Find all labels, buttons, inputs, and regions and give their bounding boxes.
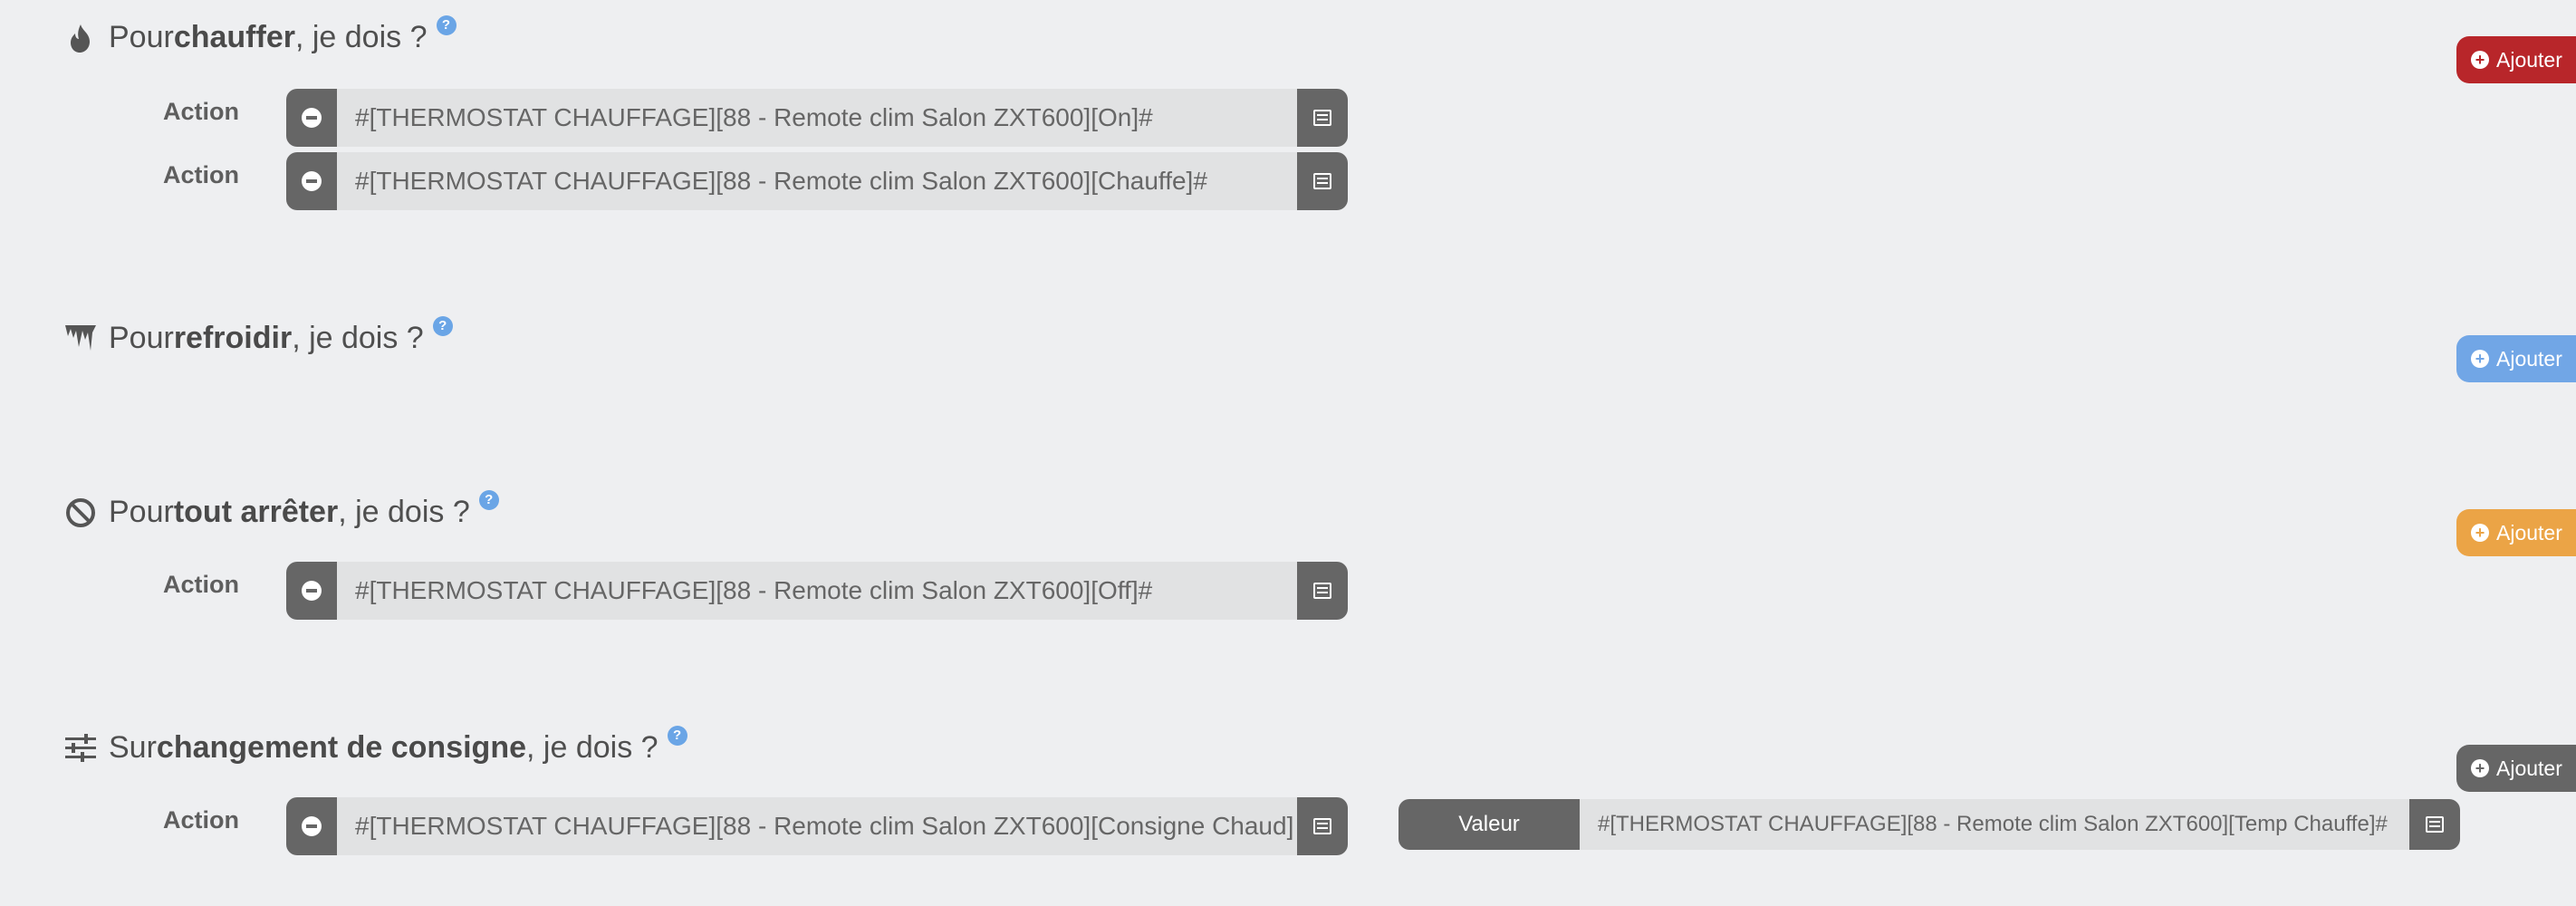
value-command-input[interactable]: #[THERMOSTAT CHAUFFAGE][88 - Remote clim… [1580, 799, 2409, 850]
action-input-group: #[THERMOSTAT CHAUFFAGE][88 - Remote clim… [286, 562, 1348, 620]
minus-circle-icon [302, 816, 322, 836]
section-heat-prefix: Pour [109, 20, 174, 54]
minus-circle-icon [302, 171, 322, 191]
remove-action-button[interactable] [286, 89, 337, 147]
select-command-button[interactable] [1297, 562, 1348, 620]
add-heat-button[interactable]: + Ajouter [2456, 36, 2576, 83]
section-cool-title: Pour refroidir , je dois ? ? [63, 315, 453, 356]
section-setpoint-title: Sur changement de consigne , je dois ? ? [63, 725, 687, 766]
help-icon[interactable]: ? [667, 725, 687, 746]
fire-icon [63, 21, 98, 55]
minus-circle-icon [302, 581, 322, 601]
action-command-input[interactable]: #[THERMOSTAT CHAUFFAGE][88 - Remote clim… [337, 89, 1297, 147]
action-label: Action [163, 806, 239, 834]
add-cool-label: Ajouter [2496, 346, 2562, 371]
action-command-input[interactable]: #[THERMOSTAT CHAUFFAGE][88 - Remote clim… [337, 797, 1297, 855]
list-alt-icon [1313, 583, 1331, 599]
section-setpoint-suffix: , je dois ? [526, 730, 658, 765]
add-stop-label: Ajouter [2496, 520, 2562, 545]
select-value-button[interactable] [2409, 799, 2460, 850]
list-alt-icon [1313, 173, 1331, 189]
add-heat-label: Ajouter [2496, 47, 2562, 72]
section-heat-bold: chauffer [173, 20, 295, 54]
section-stop-title: Pour tout arrêter , je dois ? ? [63, 489, 499, 530]
add-setpoint-label: Ajouter [2496, 756, 2562, 780]
section-setpoint-prefix: Sur [109, 730, 157, 765]
section-cool-suffix: , je dois ? [292, 321, 424, 355]
section-heat-title: Pour chauffer , je dois ? ? [63, 14, 457, 55]
section-setpoint-bold: changement de consigne [156, 730, 527, 765]
action-command-input[interactable]: #[THERMOSTAT CHAUFFAGE][88 - Remote clim… [337, 152, 1297, 210]
action-label: Action [163, 98, 239, 125]
action-input-group: #[THERMOSTAT CHAUFFAGE][88 - Remote clim… [286, 89, 1348, 147]
list-alt-icon [1313, 110, 1331, 126]
select-command-button[interactable] [1297, 797, 1348, 855]
section-cool-prefix: Pour [109, 321, 174, 355]
select-command-button[interactable] [1297, 89, 1348, 147]
icicles-icon [63, 322, 98, 356]
section-stop-bold: tout arrêter [173, 495, 339, 529]
remove-action-button[interactable] [286, 562, 337, 620]
help-icon[interactable]: ? [432, 315, 453, 336]
section-stop-prefix: Pour [109, 495, 174, 529]
help-icon[interactable]: ? [436, 14, 457, 35]
select-command-button[interactable] [1297, 152, 1348, 210]
remove-action-button[interactable] [286, 797, 337, 855]
add-cool-button[interactable]: + Ajouter [2456, 335, 2576, 382]
add-setpoint-button[interactable]: + Ajouter [2456, 745, 2576, 792]
ban-icon [63, 496, 98, 530]
section-heat-suffix: , je dois ? [294, 20, 428, 54]
list-alt-icon [2426, 816, 2444, 833]
action-label: Action [163, 161, 239, 188]
action-command-input[interactable]: #[THERMOSTAT CHAUFFAGE][88 - Remote clim… [337, 562, 1297, 620]
action-input-group: #[THERMOSTAT CHAUFFAGE][88 - Remote clim… [286, 797, 1348, 855]
action-label: Action [163, 571, 239, 598]
plus-circle-icon: + [2471, 524, 2489, 542]
plus-circle-icon: + [2471, 51, 2489, 69]
action-input-group: #[THERMOSTAT CHAUFFAGE][88 - Remote clim… [286, 152, 1348, 210]
help-icon[interactable]: ? [478, 489, 499, 510]
section-cool-bold: refroidir [173, 321, 293, 355]
remove-action-button[interactable] [286, 152, 337, 210]
list-alt-icon [1313, 818, 1331, 834]
plus-circle-icon: + [2471, 350, 2489, 368]
value-input-group: Valeur #[THERMOSTAT CHAUFFAGE][88 - Remo… [1399, 799, 2460, 850]
section-stop-suffix: , je dois ? [338, 495, 470, 529]
plus-circle-icon: + [2471, 759, 2489, 777]
minus-circle-icon [302, 108, 322, 128]
sliders-icon [63, 731, 98, 766]
value-label: Valeur [1399, 799, 1580, 850]
add-stop-button[interactable]: + Ajouter [2456, 509, 2576, 556]
